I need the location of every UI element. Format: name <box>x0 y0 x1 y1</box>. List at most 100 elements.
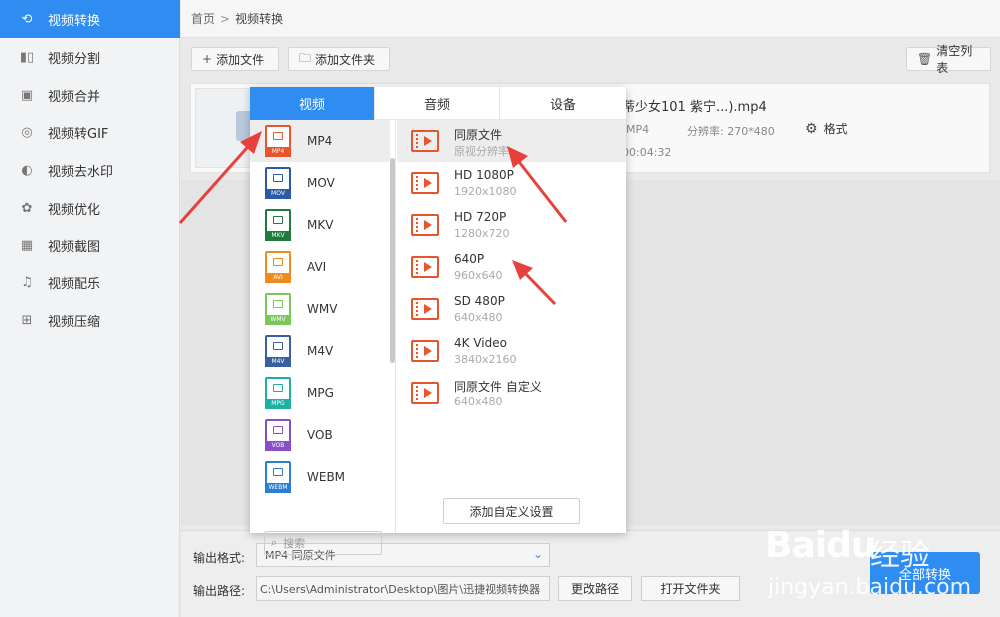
watermark-url: jingyan.baidu.com <box>768 575 972 600</box>
format-list: MP4 MP4 MOV MOV MKV MKV AVI AVI WMV WMV … <box>250 120 396 555</box>
format-list-scrollbar[interactable] <box>390 158 395 363</box>
format-label: VOB <box>307 428 333 442</box>
sidebar-item-video-split[interactable]: ▮▯ 视频分割 <box>0 38 180 76</box>
open-folder-button[interactable]: 打开文件夹 <box>641 576 740 601</box>
sidebar-item-label: 视频分割 <box>48 51 101 67</box>
sidebar-item-label: 视频压缩 <box>48 314 101 330</box>
file-name: 蒂少女101 紫宁...).mp4 <box>622 100 767 115</box>
baidu-watermark: Baidu 经验 jingyan.baidu.com <box>760 515 990 610</box>
merge-icon: ▣ <box>20 87 34 103</box>
video-preset-icon <box>411 340 439 362</box>
video-preset-icon <box>411 256 439 278</box>
watermark-brand: Baidu <box>765 525 876 566</box>
preset-name: 同原文件 自定义 <box>454 380 542 394</box>
compress-icon: ⊞ <box>21 312 33 328</box>
preset-name: 4K Video <box>454 336 507 350</box>
format-item-wmv[interactable]: WMV WMV <box>250 288 390 330</box>
sidebar-item-label: 视频转换 <box>48 13 101 29</box>
preset-resolution: 960x640 <box>454 269 503 282</box>
music-icon: ♫ <box>21 274 33 290</box>
tab-device[interactable]: 设备 <box>500 87 626 120</box>
preset-name: SD 480P <box>454 294 505 308</box>
clear-list-label: 清空列表 <box>936 44 973 75</box>
convert-icon: ⟲ <box>21 11 33 27</box>
output-format-label: 输出格式: <box>193 551 246 565</box>
file-format: MP4 <box>626 123 650 136</box>
preset-name: 同原文件 <box>454 128 503 142</box>
gear-icon: ⚙ <box>805 120 818 137</box>
gif-icon: ◎ <box>21 124 33 140</box>
preset-item-720p[interactable]: HD 720P 1280x720 <box>397 204 626 246</box>
file-duration: 00:04:32 <box>622 146 672 159</box>
webm-file-icon: WEBM <box>265 461 293 493</box>
format-label: WMV <box>307 302 338 316</box>
sidebar-item-video-convert[interactable]: ⟲ 视频转换 <box>0 0 180 38</box>
format-item-mpg[interactable]: MPG MPG <box>250 372 390 414</box>
preset-item-custom[interactable]: 同原文件 自定义 640x480 <box>397 372 626 414</box>
preset-name: HD 720P <box>454 210 507 224</box>
format-item-mkv[interactable]: MKV MKV <box>250 204 390 246</box>
video-preset-icon <box>411 382 439 404</box>
video-preset-icon <box>411 214 439 236</box>
format-tabs: 视频 音频 设备 <box>250 87 626 120</box>
breadcrumb-home[interactable]: 首页 <box>191 10 215 27</box>
sidebar-item-video-gif[interactable]: ◎ 视频转GIF <box>0 113 180 151</box>
format-item-webm[interactable]: WEBM WEBM <box>250 456 390 498</box>
preset-resolution: 原视分辨率 <box>454 145 509 158</box>
format-button[interactable]: ⚙ 格式 <box>805 120 848 137</box>
mp4-file-icon: MP4 <box>265 125 293 157</box>
m4v-file-icon: M4V <box>265 335 293 367</box>
watermark-icon: ◐ <box>21 162 33 178</box>
format-label: MKV <box>307 218 334 232</box>
sidebar-item-video-compress[interactable]: ⊞ 视频压缩 <box>0 301 180 339</box>
format-button-label: 格式 <box>823 122 848 136</box>
tab-audio[interactable]: 音频 <box>375 87 500 120</box>
format-search-input[interactable]: ⌕ 搜索 <box>264 531 382 555</box>
preset-name: HD 1080P <box>454 168 514 182</box>
change-path-button[interactable]: 更改路径 <box>558 576 632 601</box>
video-preset-icon <box>411 298 439 320</box>
video-preset-icon <box>411 130 439 152</box>
sidebar-item-video-optimize[interactable]: ✿ 视频优化 <box>0 189 180 227</box>
video-preset-icon <box>411 172 439 194</box>
output-path-label: 输出路径: <box>193 584 246 598</box>
add-file-label: 添加文件 <box>216 52 265 67</box>
format-label: MP4 <box>307 134 333 148</box>
output-path-field[interactable]: C:\Users\Administrator\Desktop\图片\迅捷视频转换… <box>256 576 550 601</box>
screenshot-icon: ▦ <box>20 237 34 253</box>
preset-item-1080p[interactable]: HD 1080P 1920x1080 <box>397 162 626 204</box>
format-popup: 视频 音频 设备 MP4 MP4 MOV MOV MKV MKV AVI AVI… <box>250 87 626 555</box>
format-label: MPG <box>307 386 334 400</box>
format-item-vob[interactable]: VOB VOB <box>250 414 390 456</box>
preset-item-original[interactable]: 同原文件 原视分辨率 <box>397 120 626 162</box>
preset-resolution: 640x480 <box>454 311 503 324</box>
format-label: M4V <box>307 344 334 358</box>
mov-file-icon: MOV <box>265 167 293 199</box>
preset-resolution: 3840x2160 <box>454 353 517 366</box>
sidebar-item-video-music[interactable]: ♫ 视频配乐 <box>0 263 180 301</box>
add-custom-settings-button[interactable]: 添加自定义设置 <box>443 498 580 524</box>
avi-file-icon: AVI <box>265 251 293 283</box>
preset-item-4k[interactable]: 4K Video 3840x2160 <box>397 330 626 372</box>
add-file-button[interactable]: + 添加文件 <box>191 47 279 71</box>
preset-item-640p[interactable]: 640P 960x640 <box>397 246 626 288</box>
breadcrumb: 首页 > 视频转换 <box>181 0 1000 38</box>
tab-video[interactable]: 视频 <box>250 87 375 120</box>
format-item-mov[interactable]: MOV MOV <box>250 162 390 204</box>
clear-list-button[interactable]: 🗑 清空列表 <box>906 44 991 75</box>
format-item-m4v[interactable]: M4V M4V <box>250 330 390 372</box>
add-folder-button[interactable]: 🗀 添加文件夹 <box>288 47 390 71</box>
sidebar-item-video-merge[interactable]: ▣ 视频合并 <box>0 76 180 114</box>
search-icon: ⌕ <box>271 536 278 549</box>
format-item-avi[interactable]: AVI AVI <box>250 246 390 288</box>
format-item-mp4[interactable]: MP4 MP4 <box>250 120 390 162</box>
sidebar-item-video-screenshot[interactable]: ▦ 视频截图 <box>0 226 180 264</box>
search-placeholder: 搜索 <box>283 537 306 550</box>
folder-icon: 🗀 <box>299 50 312 65</box>
plus-icon: + <box>202 52 213 66</box>
optimize-icon: ✿ <box>21 200 33 216</box>
split-icon: ▮▯ <box>19 49 35 65</box>
sidebar-item-video-watermark[interactable]: ◐ 视频去水印 <box>0 151 180 189</box>
watermark-brand-cn: 经验 <box>870 538 930 573</box>
preset-item-480p[interactable]: SD 480P 640x480 <box>397 288 626 330</box>
